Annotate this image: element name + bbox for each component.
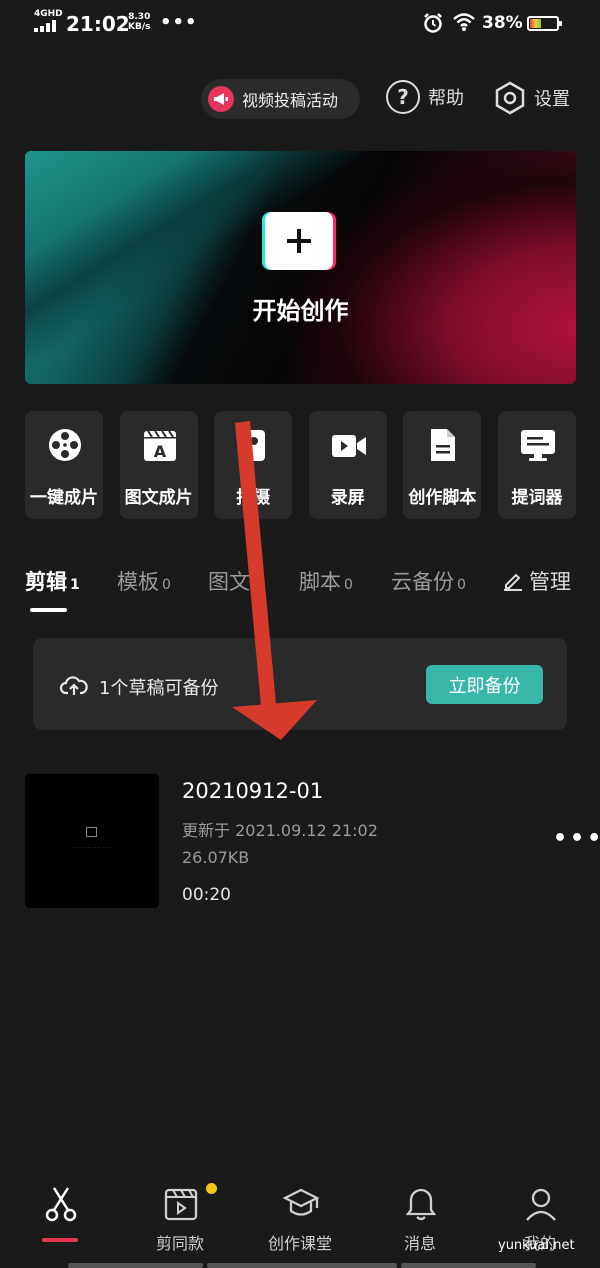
draft-updated-time: 更新于 2021.09.12 21:02 bbox=[182, 821, 378, 840]
tool-label: 提词器 bbox=[511, 488, 563, 508]
draft-thumbnail[interactable]: · · · · · · · · · · · · · · · · bbox=[25, 774, 159, 908]
script-doc-icon bbox=[431, 429, 456, 461]
draft-title[interactable]: 20210912-01 bbox=[182, 779, 323, 803]
speed-value: 8.30 bbox=[128, 12, 151, 22]
manage-button[interactable]: 管理 bbox=[502, 566, 571, 596]
bell-icon bbox=[405, 1188, 437, 1221]
tab-label: 图文 bbox=[208, 570, 250, 594]
graduation-cap-icon bbox=[283, 1188, 319, 1216]
tab-label: 脚本 bbox=[299, 570, 341, 594]
help-button[interactable]: ? 帮助 bbox=[386, 80, 464, 114]
video-submission-button[interactable]: 视频投稿活动 bbox=[201, 79, 360, 119]
tab-label: 剪辑 bbox=[25, 570, 67, 594]
tool-label: 创作脚本 bbox=[408, 488, 477, 508]
tool-creation-script[interactable]: 创作脚本 bbox=[403, 411, 482, 519]
tab-count: 0 bbox=[344, 577, 353, 593]
tab-count: 0 bbox=[162, 577, 171, 593]
megaphone-icon bbox=[208, 86, 234, 112]
nav-label: 剪同款 bbox=[155, 1234, 204, 1253]
draft-more-button[interactable]: ••• bbox=[553, 826, 600, 851]
tool-shoot[interactable]: 拍摄 bbox=[214, 411, 293, 519]
tool-screen-record[interactable]: 录屏 bbox=[308, 411, 387, 519]
start-creating-card[interactable]: 开始创作 bbox=[25, 151, 576, 384]
tab-count: 1 bbox=[70, 577, 80, 593]
text-clapper-icon: A bbox=[143, 430, 176, 461]
placeholder-icon bbox=[86, 827, 97, 837]
tool-label: 录屏 bbox=[330, 488, 365, 508]
home-indicator bbox=[207, 1263, 397, 1268]
active-nav-indicator bbox=[42, 1238, 78, 1242]
tool-label: 拍摄 bbox=[236, 488, 271, 508]
draft-tabs: 剪辑 1 模板 0 图文 脚本 0 云备份 0 bbox=[25, 566, 585, 610]
thumbnail-placeholder-text: · · · · · · · · · · · · · · · · bbox=[72, 845, 112, 850]
profile-icon bbox=[526, 1188, 556, 1221]
nav-edit[interactable] bbox=[5, 1170, 115, 1260]
tool-label: 一键成片 bbox=[30, 488, 98, 508]
nav-label: 消息 bbox=[403, 1234, 436, 1253]
quick-tools: 一键成片 A 图文成片 拍摄 录屏 创作脚本 提词器 bbox=[25, 411, 576, 519]
nav-template[interactable]: 剪同款 bbox=[125, 1170, 235, 1260]
gear-icon bbox=[495, 81, 525, 115]
signal-icon bbox=[34, 20, 58, 32]
svg-text:A: A bbox=[153, 442, 166, 461]
tab-label: 模板 bbox=[117, 570, 159, 594]
bottom-navigation: 剪同款 创作课堂 消息 我的 bbox=[0, 1170, 600, 1268]
home-indicator bbox=[68, 1263, 203, 1268]
battery-percent: 38% bbox=[482, 13, 523, 33]
film-reel-icon bbox=[49, 429, 81, 461]
start-creating-title: 开始创作 bbox=[252, 297, 349, 325]
tab-label: 云备份 bbox=[391, 570, 454, 594]
nav-course[interactable]: 创作课堂 bbox=[245, 1170, 355, 1260]
cloud-upload-icon bbox=[60, 676, 88, 695]
draft-duration: 00:20 bbox=[182, 885, 231, 905]
camera-icon bbox=[243, 430, 266, 461]
nav-label: 创作课堂 bbox=[267, 1234, 332, 1253]
tab-cloud-backup[interactable]: 云备份 0 bbox=[391, 566, 466, 596]
tab-image-text[interactable]: 图文 bbox=[208, 566, 253, 596]
tool-teleprompter[interactable]: 提词器 bbox=[497, 411, 576, 519]
notification-more: ••• bbox=[160, 12, 198, 33]
scissors-icon bbox=[45, 1187, 77, 1222]
help-icon: ? bbox=[386, 80, 420, 114]
tool-image-text-video[interactable]: A 图文成片 bbox=[119, 411, 198, 519]
edit-icon bbox=[504, 573, 522, 591]
battery-icon bbox=[527, 16, 562, 31]
network-type: 4GHD bbox=[34, 9, 63, 19]
tool-one-click-video[interactable]: 一键成片 bbox=[25, 411, 103, 519]
backup-text: 1个草稿可备份 bbox=[99, 678, 219, 699]
tool-label: 图文成片 bbox=[124, 488, 193, 508]
manage-label: 管理 bbox=[529, 570, 571, 594]
alarm-icon bbox=[424, 13, 442, 33]
status-bar: 4GHD 21:02 8.30 KB/s ••• 38% bbox=[0, 0, 600, 48]
active-tab-indicator bbox=[30, 608, 67, 612]
tab-count: 0 bbox=[457, 577, 466, 593]
video-record-icon bbox=[331, 435, 366, 457]
settings-button[interactable]: 设置 bbox=[494, 81, 570, 115]
nav-messages[interactable]: 消息 bbox=[365, 1170, 475, 1260]
watermark: yunkuai.net bbox=[498, 1238, 575, 1253]
tab-script[interactable]: 脚本 0 bbox=[299, 566, 353, 596]
home-indicator bbox=[401, 1263, 536, 1268]
draft-file-size: 26.07KB bbox=[182, 848, 250, 867]
clock: 21:02 bbox=[66, 12, 130, 36]
tab-template[interactable]: 模板 0 bbox=[117, 566, 171, 596]
backup-banner: 1个草稿可备份 立即备份 bbox=[33, 638, 567, 730]
promo-label: 视频投稿活动 bbox=[242, 91, 339, 110]
speed-unit: KB/s bbox=[128, 22, 151, 32]
help-label: 帮助 bbox=[428, 88, 464, 109]
wifi-icon bbox=[453, 13, 475, 31]
new-content-badge bbox=[206, 1183, 217, 1194]
settings-label: 设置 bbox=[534, 89, 570, 110]
tab-edit[interactable]: 剪辑 1 bbox=[25, 566, 80, 596]
template-clapper-icon bbox=[164, 1188, 198, 1221]
teleprompter-icon bbox=[520, 430, 555, 461]
network-speed: 8.30 KB/s bbox=[128, 12, 150, 32]
plus-icon bbox=[265, 212, 333, 270]
backup-now-button[interactable]: 立即备份 bbox=[426, 665, 543, 704]
